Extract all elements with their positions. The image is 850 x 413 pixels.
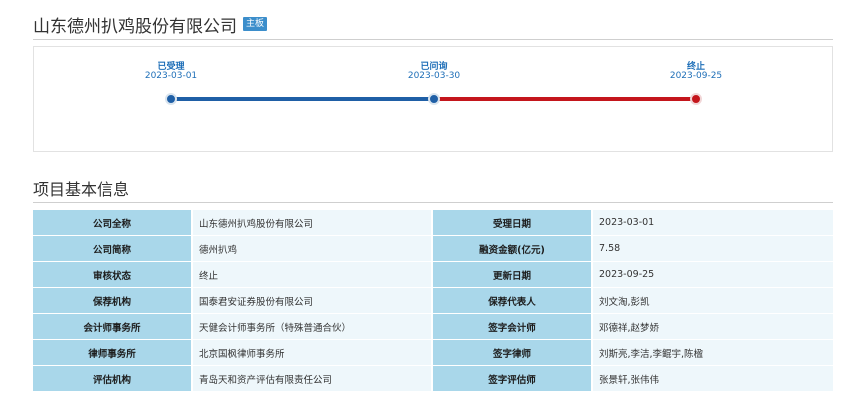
field-label: 公司简称 bbox=[33, 236, 193, 261]
timeline-step-date: 2023-09-25 bbox=[669, 71, 723, 81]
field-value: 2023-03-01 bbox=[593, 210, 833, 235]
field-value: 山东德州扒鸡股份有限公司 bbox=[193, 210, 433, 235]
field-label: 签字会计师 bbox=[433, 314, 593, 339]
field-value: 天健会计师事务所（特殊普通合伙） bbox=[193, 314, 433, 339]
field-label: 保荐代表人 bbox=[433, 288, 593, 313]
field-label: 公司全称 bbox=[33, 210, 193, 235]
timeline-step-date: 2023-03-30 bbox=[407, 71, 461, 81]
board-badge: 主板 bbox=[243, 17, 268, 31]
field-label: 更新日期 bbox=[433, 262, 593, 287]
field-value: 终止 bbox=[193, 262, 433, 287]
field-label: 会计师事务所 bbox=[33, 314, 193, 339]
field-label: 签字律师 bbox=[433, 340, 593, 365]
field-value: 国泰君安证券股份有限公司 bbox=[193, 288, 433, 313]
table-row: 保荐机构 国泰君安证券股份有限公司 保荐代表人 刘文淘,彭凯 bbox=[33, 288, 833, 313]
timeline-step-date: 2023-03-01 bbox=[144, 71, 198, 81]
field-label: 保荐机构 bbox=[33, 288, 193, 313]
field-value: 北京国枫律师事务所 bbox=[193, 340, 433, 365]
project-info-table: 公司全称 山东德州扒鸡股份有限公司 受理日期 2023-03-01 公司简称 德… bbox=[33, 209, 833, 392]
field-label: 融资金额(亿元) bbox=[433, 236, 593, 261]
page-title: 山东德州扒鸡股份有限公司 bbox=[33, 17, 237, 37]
timeline-track-completed bbox=[171, 97, 434, 101]
timeline-track-terminated bbox=[434, 97, 696, 101]
table-row: 公司简称 德州扒鸡 融资金额(亿元) 7.58 bbox=[33, 236, 833, 261]
field-value: 青岛天和资产评估有限责任公司 bbox=[193, 366, 433, 391]
field-label: 签字评估师 bbox=[433, 366, 593, 391]
field-value: 刘斯亮,李洁,李鲲宇,陈楹 bbox=[593, 340, 833, 365]
table-row: 律师事务所 北京国枫律师事务所 签字律师 刘斯亮,李洁,李鲲宇,陈楹 bbox=[33, 340, 833, 365]
field-value: 德州扒鸡 bbox=[193, 236, 433, 261]
timeline-node-accepted bbox=[165, 93, 177, 105]
table-row: 审核状态 终止 更新日期 2023-09-25 bbox=[33, 262, 833, 287]
table-row: 公司全称 山东德州扒鸡股份有限公司 受理日期 2023-03-01 bbox=[33, 210, 833, 235]
table-row: 评估机构 青岛天和资产评估有限责任公司 签字评估师 张景轩,张伟伟 bbox=[33, 366, 833, 391]
section-divider bbox=[33, 202, 833, 203]
field-value: 7.58 bbox=[593, 236, 833, 261]
page-header: 山东德州扒鸡股份有限公司 主板 bbox=[33, 8, 833, 40]
timeline-node-terminated bbox=[690, 93, 702, 105]
progress-timeline: 已受理 2023-03-01 已问询 2023-03-30 终止 2023-09… bbox=[33, 46, 833, 152]
field-value: 刘文淘,彭凯 bbox=[593, 288, 833, 313]
field-value: 2023-09-25 bbox=[593, 262, 833, 287]
timeline-node-inquired bbox=[428, 93, 440, 105]
field-label: 受理日期 bbox=[433, 210, 593, 235]
field-label: 审核状态 bbox=[33, 262, 193, 287]
field-label: 律师事务所 bbox=[33, 340, 193, 365]
section-title: 项目基本信息 bbox=[33, 180, 130, 199]
field-value: 张景轩,张伟伟 bbox=[593, 366, 833, 391]
table-row: 会计师事务所 天健会计师事务所（特殊普通合伙） 签字会计师 邓德祥,赵梦娇 bbox=[33, 314, 833, 339]
field-value: 邓德祥,赵梦娇 bbox=[593, 314, 833, 339]
field-label: 评估机构 bbox=[33, 366, 193, 391]
